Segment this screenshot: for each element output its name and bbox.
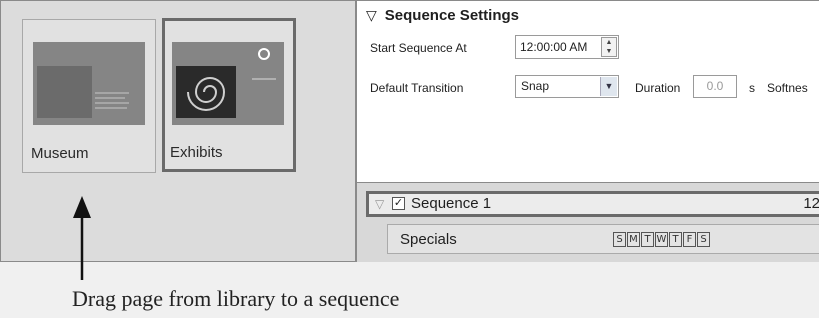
annotation-caption: Drag page from library to a sequence [72, 286, 400, 311]
annotation-arrow-icon [73, 196, 91, 280]
